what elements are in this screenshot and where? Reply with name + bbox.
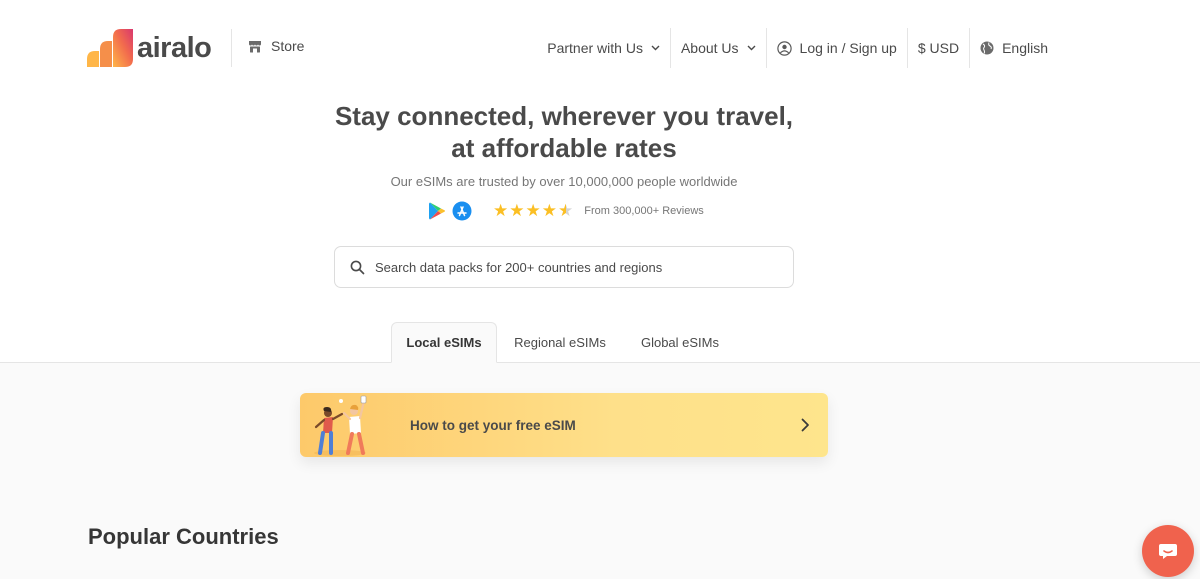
- chat-button[interactable]: [1142, 525, 1194, 577]
- search-bar[interactable]: [334, 246, 794, 288]
- nav-about-dropdown[interactable]: About Us: [671, 28, 767, 68]
- travelers-illustration: [314, 395, 367, 456]
- chat-icon: [1159, 543, 1177, 559]
- store-label: Store: [271, 38, 305, 54]
- tab-label: Regional eSIMs: [514, 335, 606, 350]
- user-circle-icon: [776, 40, 792, 56]
- hero-title: Stay connected, wherever you travel, at …: [0, 100, 1128, 164]
- airalo-logo-mark: [87, 29, 133, 67]
- search-icon: [350, 260, 365, 274]
- star-rating: ★ ★ ★ ★ ★: [493, 201, 574, 221]
- hero-title-line2: at affordable rates: [451, 133, 677, 163]
- search-input[interactable]: [375, 259, 775, 275]
- nav-language-selector[interactable]: English: [970, 28, 1048, 68]
- tab-global-esims[interactable]: Global eSIMs: [630, 322, 730, 363]
- globe-icon: [980, 41, 994, 55]
- nav-login-link[interactable]: Log in / Sign up: [767, 28, 908, 68]
- top-nav: Partner with Us About Us Log in / Sign u…: [537, 28, 1048, 68]
- store-icon: [249, 40, 261, 52]
- banner-text: How to get your free eSIM: [410, 417, 576, 433]
- nav-partner-dropdown[interactable]: Partner with Us: [537, 28, 671, 68]
- nav-currency-selector[interactable]: $ USD: [908, 28, 971, 68]
- star-icon: ★: [509, 201, 525, 220]
- nav-language-label: English: [1002, 40, 1048, 56]
- popular-countries-heading: Popular Countries: [88, 524, 279, 549]
- nav-login-label: Log in / Sign up: [799, 40, 897, 56]
- chevron-down-icon: [747, 45, 756, 51]
- app-store-icon[interactable]: [452, 201, 472, 221]
- nav-about-label: About Us: [680, 40, 739, 56]
- free-esim-banner[interactable]: How to get your free eSIM: [300, 393, 828, 457]
- airalo-logo[interactable]: airalo: [87, 29, 212, 67]
- content-section: How to get your free eSIM Popular Countr…: [0, 363, 1200, 579]
- tab-local-esims[interactable]: Local eSIMs: [391, 322, 497, 363]
- tab-regional-esims[interactable]: Regional eSIMs: [503, 322, 617, 363]
- store-link[interactable]: Store: [248, 38, 304, 54]
- star-icon: ★: [525, 201, 541, 220]
- star-half-icon: ★: [558, 201, 574, 220]
- chevron-down-icon: [651, 45, 660, 51]
- hero-subtitle: Our eSIMs are trusted by over 10,000,000…: [390, 174, 738, 189]
- header-divider: [231, 29, 232, 67]
- chevron-right-icon: [801, 418, 809, 432]
- rating-row: ★ ★ ★ ★ ★ From 300,000+ Reviews: [427, 201, 704, 221]
- star-icon: ★: [541, 201, 557, 220]
- reviews-count: From 300,000+ Reviews: [584, 205, 704, 217]
- tab-label: Local eSIMs: [406, 335, 482, 350]
- hero-title-line1: Stay connected, wherever you travel,: [334, 101, 794, 131]
- google-play-icon[interactable]: [427, 201, 447, 221]
- site-header: airalo Store Partner with Us About Us Lo…: [0, 0, 1200, 96]
- brand-name: airalo: [137, 31, 212, 64]
- nav-currency-label: $ USD: [917, 40, 960, 56]
- tab-label: Global eSIMs: [640, 335, 720, 350]
- star-icon: ★: [493, 201, 509, 220]
- nav-partner-label: Partner with Us: [547, 40, 643, 56]
